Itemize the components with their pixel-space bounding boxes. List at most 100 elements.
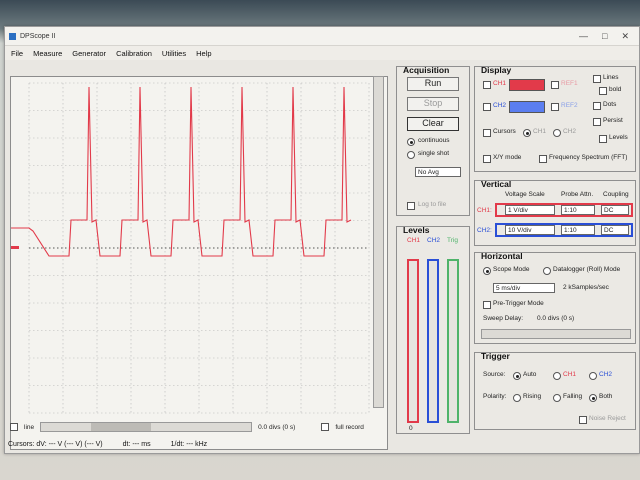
trigger-title: Trigger [481, 351, 510, 361]
ch2-display-checkbox[interactable] [483, 103, 491, 111]
window-title: DPScope II [20, 32, 56, 40]
voltage-scale-header: Voltage Scale [505, 191, 545, 198]
acquisition-panel: Acquisition Run Stop Clear continuous si… [396, 65, 470, 216]
app-icon [9, 32, 16, 40]
menu-bar: File Measure Generator Calibration Utili… [5, 46, 639, 60]
run-button[interactable]: Run [407, 77, 459, 91]
trig-level-slider[interactable] [447, 259, 459, 423]
persist-label: Persist [603, 117, 623, 124]
ch1-probe-select[interactable]: 1:10 [561, 205, 595, 215]
sweep-delay-label: Sweep Delay: [483, 315, 524, 322]
vertical-panel: Vertical Voltage Scale Probe Attn. Coupl… [474, 179, 636, 246]
menu-generator[interactable]: Generator [72, 49, 106, 58]
close-button[interactable]: ✕ [621, 31, 629, 42]
line-checkbox[interactable] [10, 423, 18, 431]
ch1-color-button[interactable] [509, 79, 545, 91]
cursor-ch1-radio[interactable] [523, 129, 531, 137]
falling-label: Falling [563, 393, 583, 400]
trigger-ch1-radio[interactable] [553, 372, 561, 380]
bold-label: bold [609, 86, 622, 93]
dots-label: Dots [603, 101, 617, 108]
continuous-radio[interactable] [407, 138, 415, 146]
ch1-coupling-select[interactable]: DC [601, 205, 629, 215]
minimize-button[interactable]: — [579, 31, 588, 42]
ch2-scale-select[interactable]: 10 V/div [505, 225, 555, 235]
bold-checkbox[interactable] [599, 87, 607, 95]
clear-button[interactable]: Clear [407, 117, 459, 131]
menu-measure[interactable]: Measure [33, 49, 62, 58]
cursors-checkbox[interactable] [483, 129, 491, 137]
falling-radio[interactable] [553, 394, 561, 402]
horizontal-panel: Horizontal Scope Mode Datalogger (Roll) … [474, 251, 636, 344]
horizontal-scrollbar[interactable] [40, 422, 253, 432]
maximize-button[interactable]: □ [602, 31, 607, 42]
ch2-color-button[interactable] [509, 101, 545, 113]
menu-utilities[interactable]: Utilities [162, 49, 186, 58]
log-checkbox[interactable] [407, 202, 415, 210]
cursor-dv: Cursors: dV: --- V (--- V) (--- V) [8, 440, 103, 448]
levels-panel: Levels CH1 CH2 Trig 0 [396, 225, 470, 434]
ref1-checkbox[interactable] [551, 81, 559, 89]
levels-checkbox[interactable] [599, 135, 607, 143]
full-record-checkbox[interactable] [321, 423, 330, 431]
probe-attn-header: Probe Attn. [561, 191, 594, 198]
continuous-label: continuous [418, 137, 450, 144]
fft-label: Frequency Spectrum (FFT) [549, 154, 628, 161]
pretrigger-checkbox[interactable] [483, 301, 491, 309]
ref2-checkbox[interactable] [551, 103, 559, 111]
menu-calibration[interactable]: Calibration [116, 49, 152, 58]
ch1-display-checkbox[interactable] [483, 81, 491, 89]
scope-grid [11, 82, 370, 414]
both-label: Both [599, 393, 613, 400]
trigger-auto-label: Auto [523, 371, 537, 378]
ch1-level-slider[interactable] [407, 259, 419, 423]
levels-trig-label: Trig [447, 237, 458, 244]
ch2-vertical-label: CH2: [477, 227, 492, 234]
avg-select[interactable]: No Avg [415, 167, 461, 177]
timebase-select[interactable]: 5 ms/div [493, 283, 555, 293]
dots-checkbox[interactable] [593, 102, 601, 110]
both-radio[interactable] [589, 394, 597, 402]
trigger-ch2-label: CH2 [599, 371, 613, 378]
single-shot-radio[interactable] [407, 151, 415, 159]
ch1-scale-select[interactable]: 1 V/div [505, 205, 555, 215]
ch2-level-slider[interactable] [427, 259, 439, 423]
vertical-title: Vertical [481, 179, 512, 189]
cursor-ch1-label: CH1 [533, 128, 547, 135]
lines-checkbox[interactable] [593, 75, 601, 83]
ch2-coupling-select[interactable]: DC [601, 225, 629, 235]
cursor-ch2-radio[interactable] [553, 129, 561, 137]
horizontal-title: Horizontal [481, 251, 523, 261]
sweep-delay-scrollbar[interactable] [481, 329, 631, 339]
cursor-inv-dt: 1/dt: --- kHz [170, 440, 208, 448]
noise-reject-label: Noise Reject [589, 415, 626, 422]
rising-label: Rising [523, 393, 542, 400]
trigger-ch2-radio[interactable] [589, 372, 597, 380]
ch2-probe-select[interactable]: 1:10 [561, 225, 595, 235]
xy-mode-label: X/Y mode [493, 154, 522, 161]
ref1-label: REF1 [561, 80, 578, 87]
ref2-label: REF2 [561, 102, 578, 109]
full-record-label: full record [335, 423, 364, 431]
menu-file[interactable]: File [11, 49, 23, 58]
persist-checkbox[interactable] [593, 118, 601, 126]
noise-reject-checkbox[interactable] [579, 416, 587, 424]
xy-mode-checkbox[interactable] [483, 155, 491, 163]
sweep-delay-value: 0.0 divs (0 s) [537, 315, 575, 322]
menu-help[interactable]: Help [196, 49, 211, 58]
levels-ch1-label: CH1 [407, 237, 421, 244]
trigger-ch1-label: CH1 [563, 371, 577, 378]
display-ch2-label: CH2 [493, 102, 507, 109]
cursors-label: Cursors [493, 128, 516, 135]
trigger-auto-radio[interactable] [513, 372, 521, 380]
scope-screen[interactable] [10, 76, 388, 450]
scope-mode-radio[interactable] [483, 267, 491, 275]
rising-radio[interactable] [513, 394, 521, 402]
stop-button[interactable]: Stop [407, 97, 459, 111]
datalogger-radio[interactable] [543, 267, 551, 275]
vertical-scrollbar[interactable] [373, 76, 384, 408]
coupling-header: Coupling [603, 191, 629, 198]
fft-checkbox[interactable] [539, 155, 547, 163]
acquisition-title: Acquisition [403, 65, 450, 75]
trigger-panel: Trigger Source: Auto CH1 CH2 Polarity: R… [474, 351, 636, 430]
